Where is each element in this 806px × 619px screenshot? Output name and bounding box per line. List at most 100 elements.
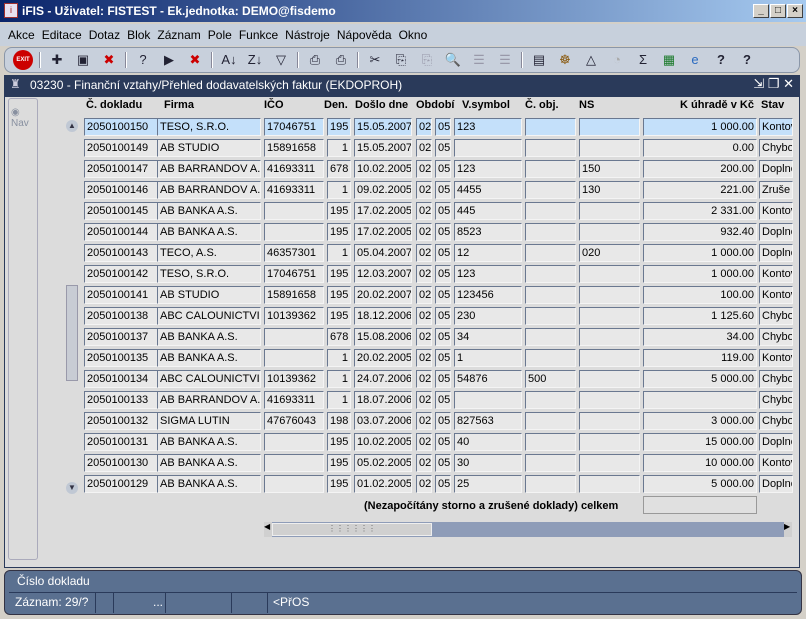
- table-cell[interactable]: Chybo: [759, 139, 793, 157]
- table-cell[interactable]: 15.05.2007: [354, 139, 412, 157]
- table-cell[interactable]: 10.02.2005: [354, 160, 412, 178]
- table-cell[interactable]: Kontov: [759, 454, 793, 472]
- table-cell[interactable]: 25: [454, 475, 522, 493]
- table-cell[interactable]: 195: [327, 286, 351, 304]
- save-icon[interactable]: ▣: [73, 50, 93, 70]
- nav-panel[interactable]: ◉ Nav: [8, 98, 38, 560]
- table-cell[interactable]: 05: [435, 349, 451, 367]
- table-cell[interactable]: [525, 181, 576, 199]
- table-cell[interactable]: 2050100133: [84, 391, 161, 409]
- table-cell[interactable]: [579, 454, 640, 472]
- table-cell[interactable]: 05: [435, 328, 451, 346]
- table-cell[interactable]: 123: [454, 160, 522, 178]
- table-cell[interactable]: 1 125.60: [643, 307, 757, 325]
- table-cell[interactable]: 17046751: [264, 265, 324, 283]
- table-cell[interactable]: [579, 391, 640, 409]
- sort-ascending-icon[interactable]: A↓: [219, 50, 239, 70]
- scroll-up-button[interactable]: ▲: [66, 120, 78, 132]
- scroll-down-button[interactable]: ▼: [66, 482, 78, 494]
- menu-6[interactable]: Funkce: [239, 28, 278, 42]
- table-cell[interactable]: AB BARRANDOV A.S.: [157, 181, 261, 199]
- form-icon[interactable]: ▤: [529, 50, 549, 70]
- table-cell[interactable]: 02: [416, 349, 432, 367]
- table-cell[interactable]: 1: [327, 244, 351, 262]
- table-cell[interactable]: [525, 118, 576, 136]
- table-cell[interactable]: 05: [435, 433, 451, 451]
- table-cell[interactable]: [579, 349, 640, 367]
- table-cell[interactable]: 02: [416, 433, 432, 451]
- table-cell[interactable]: 020: [579, 244, 640, 262]
- table-cell[interactable]: [264, 202, 324, 220]
- table-cell[interactable]: 2050100138: [84, 307, 161, 325]
- table-cell[interactable]: [579, 328, 640, 346]
- table-cell[interactable]: [579, 412, 640, 430]
- minimize-button[interactable]: _: [753, 4, 769, 18]
- table-cell[interactable]: 195: [327, 475, 351, 493]
- table-cell[interactable]: [264, 433, 324, 451]
- table-cell[interactable]: 2050100132: [84, 412, 161, 430]
- table-cell[interactable]: 02: [416, 265, 432, 283]
- table-cell[interactable]: Doplně: [759, 475, 793, 493]
- table-cell[interactable]: AB BANKA A.S.: [157, 454, 261, 472]
- delete-record-icon[interactable]: ✖: [99, 50, 119, 70]
- table-cell[interactable]: 195: [327, 265, 351, 283]
- table-cell[interactable]: 1 000.00: [643, 118, 757, 136]
- tree-icon[interactable]: ☰: [495, 50, 515, 70]
- alert-icon[interactable]: △: [581, 50, 601, 70]
- table-cell[interactable]: 10.02.2005: [354, 433, 412, 451]
- table-cell[interactable]: 2050100150: [84, 118, 161, 136]
- print-setup-icon[interactable]: ⎙: [331, 50, 351, 70]
- table-cell[interactable]: [525, 286, 576, 304]
- table-cell[interactable]: [579, 307, 640, 325]
- search-icon[interactable]: 🔍: [443, 50, 463, 70]
- table-cell[interactable]: [525, 349, 576, 367]
- table-cell[interactable]: 2050100142: [84, 265, 161, 283]
- table-cell[interactable]: 123: [454, 265, 522, 283]
- table-cell[interactable]: 5 000.00: [643, 475, 757, 493]
- cancel-query-icon[interactable]: ✖: [185, 50, 205, 70]
- menu-1[interactable]: Editace: [42, 28, 82, 42]
- table-cell[interactable]: 05: [435, 475, 451, 493]
- table-cell[interactable]: 34.00: [643, 328, 757, 346]
- table-cell[interactable]: 12.03.2007: [354, 265, 412, 283]
- table-cell[interactable]: AB BARRANDOV A.S.: [157, 391, 261, 409]
- table-cell[interactable]: 100.00: [643, 286, 757, 304]
- table-cell[interactable]: Kontov: [759, 202, 793, 220]
- table-cell[interactable]: 02: [416, 286, 432, 304]
- table-cell[interactable]: 02: [416, 475, 432, 493]
- table-cell[interactable]: 1: [327, 391, 351, 409]
- table-cell[interactable]: Chybo: [759, 412, 793, 430]
- table-cell[interactable]: 05: [435, 370, 451, 388]
- scroll-right-button[interactable]: ▶: [784, 522, 792, 537]
- table-cell[interactable]: 230: [454, 307, 522, 325]
- table-cell[interactable]: [264, 223, 324, 241]
- table-cell[interactable]: [579, 370, 640, 388]
- table-cell[interactable]: TESO, S.R.O.: [157, 118, 261, 136]
- table-cell[interactable]: 10139362: [264, 307, 324, 325]
- table-cell[interactable]: AB BANKA A.S.: [157, 433, 261, 451]
- paste-icon[interactable]: ⎘: [417, 50, 437, 70]
- table-cell[interactable]: SIGMA LUTIN: [157, 412, 261, 430]
- table-cell[interactable]: [525, 328, 576, 346]
- table-cell[interactable]: 10139362: [264, 370, 324, 388]
- browser-icon[interactable]: e: [685, 50, 705, 70]
- table-cell[interactable]: 119.00: [643, 349, 757, 367]
- calculator-icon[interactable]: ◔: [607, 50, 627, 70]
- table-cell[interactable]: 03.07.2006: [354, 412, 412, 430]
- table-cell[interactable]: 20.02.2007: [354, 286, 412, 304]
- table-cell[interactable]: 02: [416, 244, 432, 262]
- menu-7[interactable]: Nástroje: [285, 28, 330, 42]
- table-cell[interactable]: 40: [454, 433, 522, 451]
- table-cell[interactable]: 05: [435, 391, 451, 409]
- scroll-left-button[interactable]: ◀: [264, 522, 272, 537]
- table-cell[interactable]: Kontov: [759, 265, 793, 283]
- table-cell[interactable]: 198: [327, 412, 351, 430]
- table-cell[interactable]: 123456: [454, 286, 522, 304]
- table-cell[interactable]: 12: [454, 244, 522, 262]
- table-cell[interactable]: 195: [327, 118, 351, 136]
- excel-icon[interactable]: ▦: [659, 50, 679, 70]
- table-cell[interactable]: 17046751: [264, 118, 324, 136]
- table-cell[interactable]: [525, 433, 576, 451]
- table-cell[interactable]: [579, 139, 640, 157]
- close-button[interactable]: ×: [787, 4, 803, 18]
